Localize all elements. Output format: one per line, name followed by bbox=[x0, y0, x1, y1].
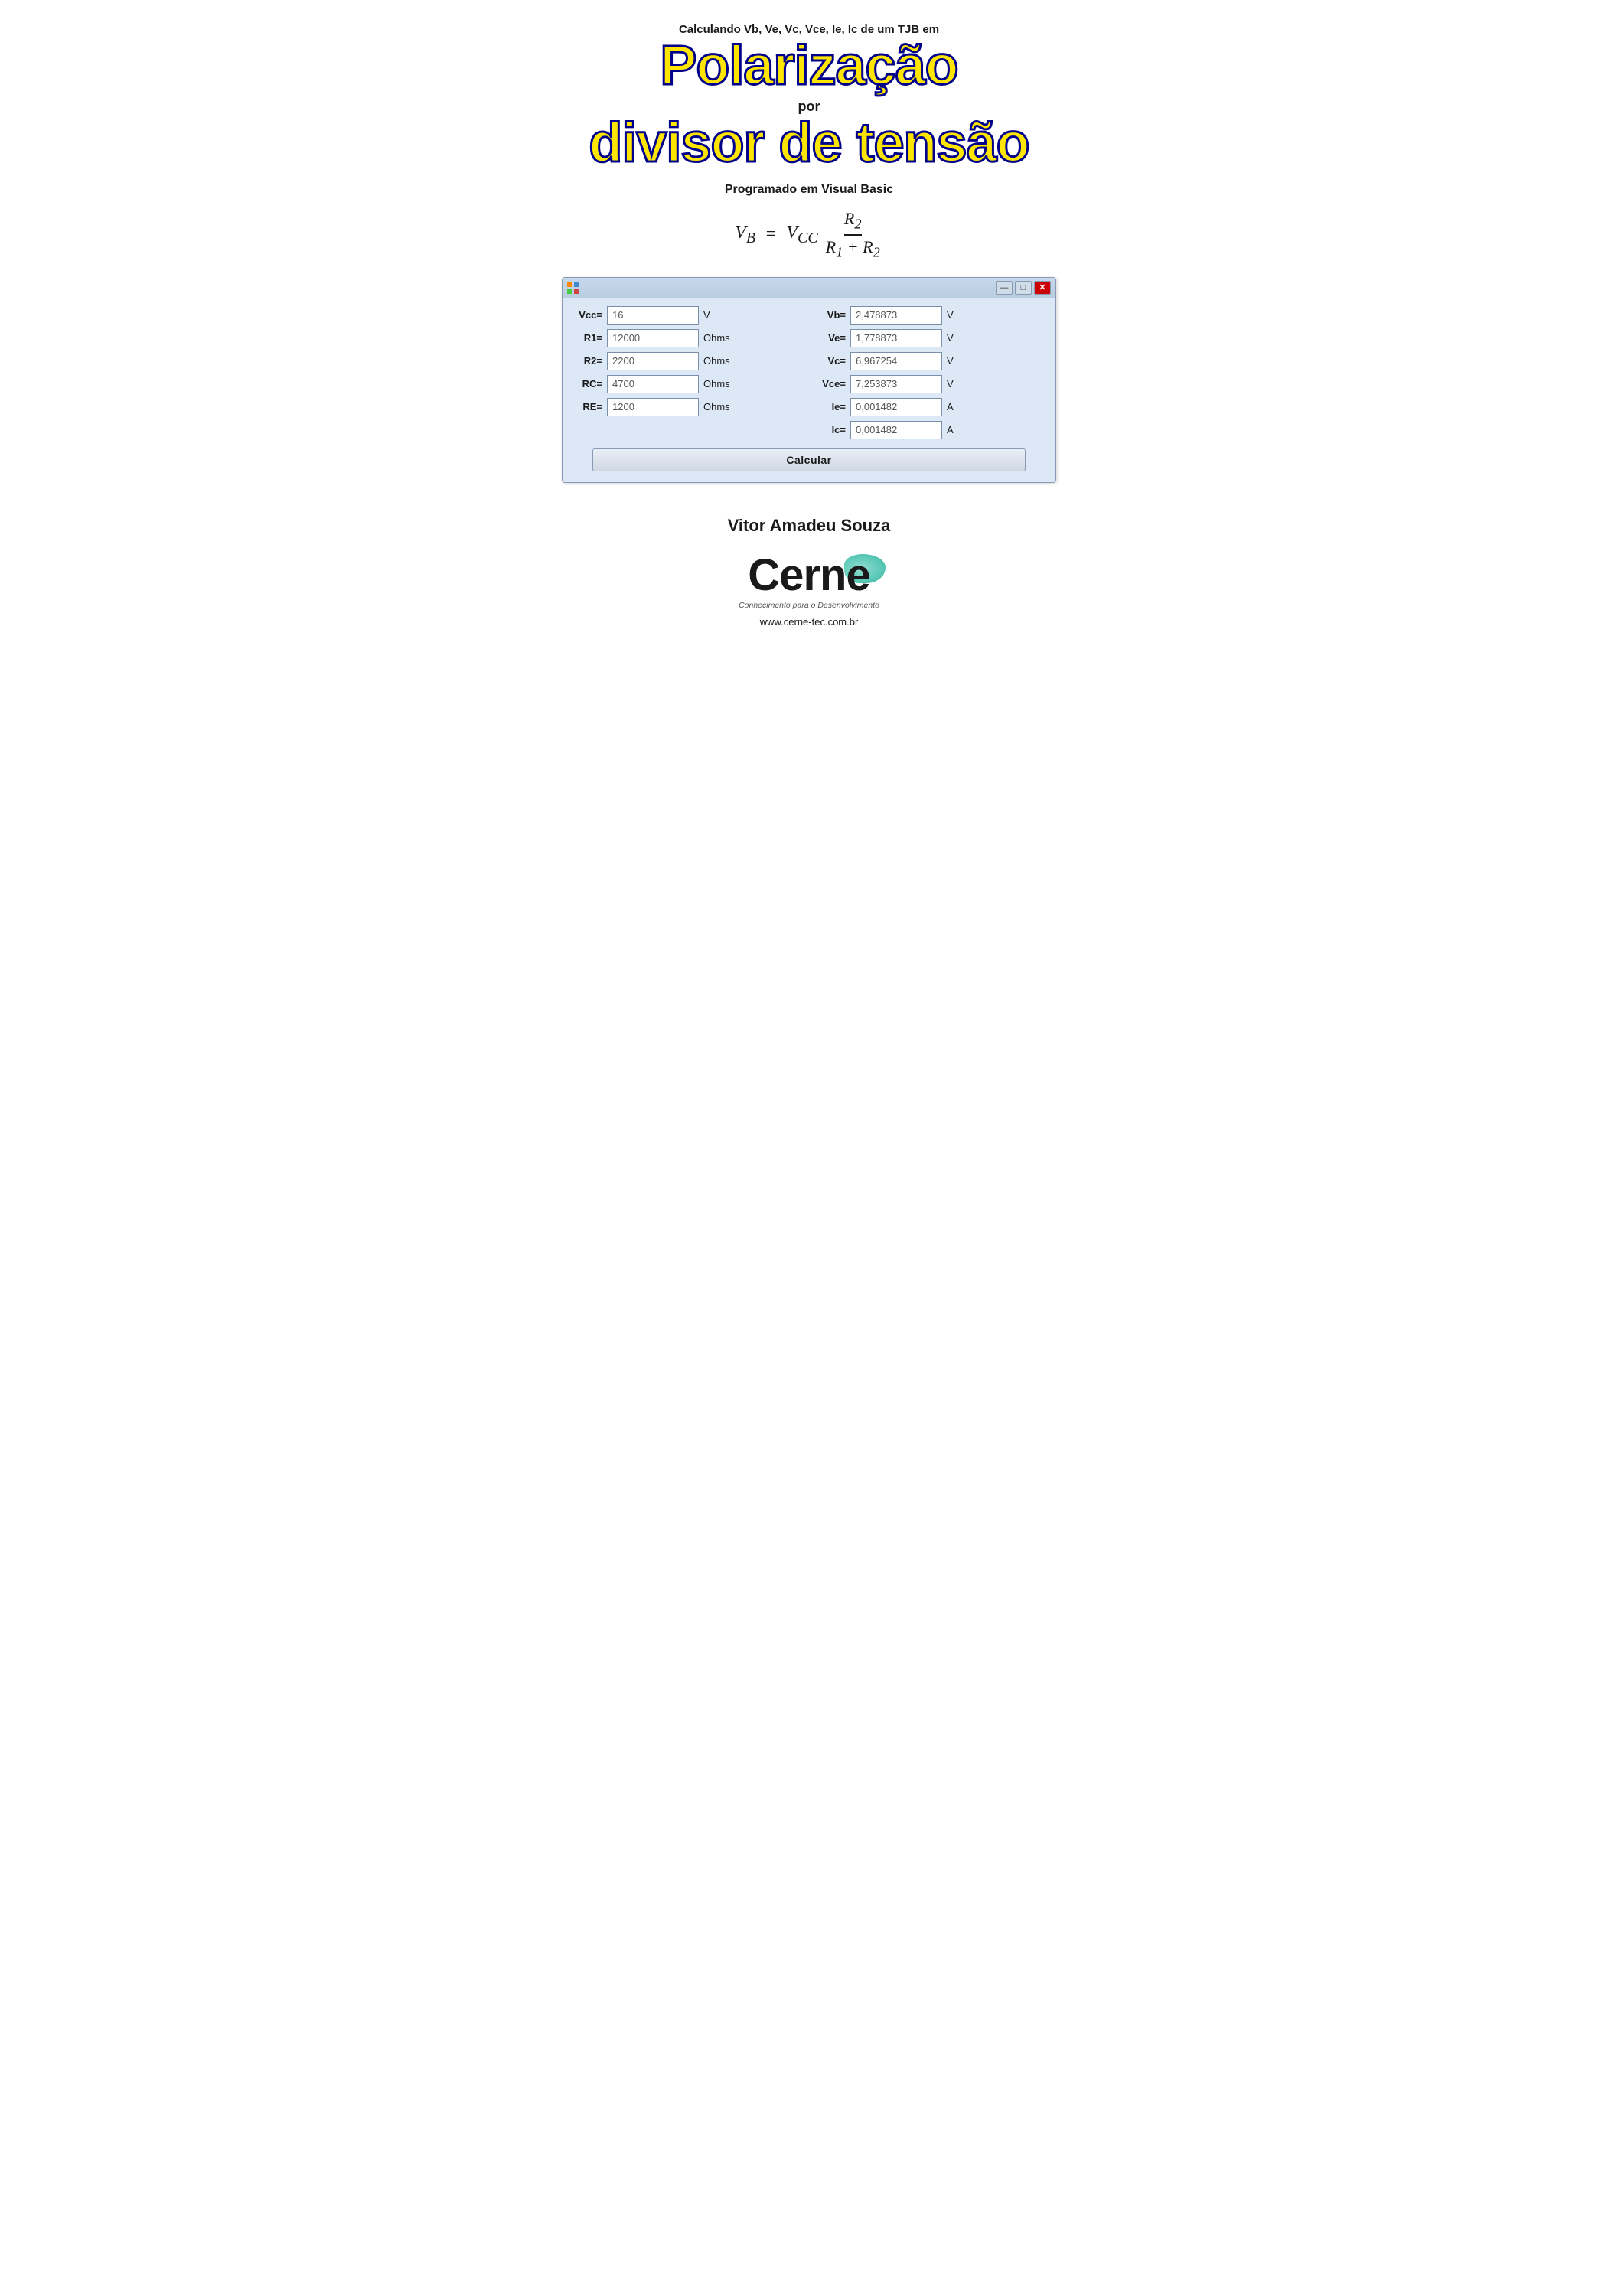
vce-unit: V bbox=[947, 378, 974, 390]
window-titlebar: — □ ✕ bbox=[563, 278, 1055, 298]
calcular-button[interactable]: Calcular bbox=[592, 448, 1026, 471]
vb-output[interactable] bbox=[850, 306, 942, 325]
rc-row: RC= Ohms bbox=[573, 375, 801, 393]
rc-label: RC= bbox=[573, 378, 602, 390]
ve-row: Ve= V bbox=[817, 329, 1045, 347]
vce-row: Vce= V bbox=[817, 375, 1045, 393]
form-grid: Vcc= V R1= Ohms R2= Ohms RC= Ohm bbox=[573, 306, 1045, 439]
dots-decoration: · · · bbox=[562, 497, 1056, 505]
cerne-logo: Cerne bbox=[748, 550, 869, 601]
ic-output[interactable] bbox=[850, 421, 942, 439]
r1-input[interactable] bbox=[607, 329, 699, 347]
window-body: Vcc= V R1= Ohms R2= Ohms RC= Ohm bbox=[563, 298, 1055, 482]
formula-vb: VB bbox=[735, 223, 755, 247]
r2-unit: Ohms bbox=[703, 355, 731, 367]
r2-label: R2= bbox=[573, 355, 602, 367]
vce-output[interactable] bbox=[850, 375, 942, 393]
vc-output[interactable] bbox=[850, 352, 942, 370]
cerne-tagline: Conhecimento para o Desenvolvimento bbox=[562, 601, 1056, 610]
vcc-input[interactable] bbox=[607, 306, 699, 325]
re-unit: Ohms bbox=[703, 401, 731, 413]
vc-unit: V bbox=[947, 355, 974, 367]
minimize-button[interactable]: — bbox=[996, 281, 1013, 295]
rc-unit: Ohms bbox=[703, 378, 731, 390]
close-button[interactable]: ✕ bbox=[1034, 281, 1051, 295]
window-controls: — □ ✕ bbox=[996, 281, 1051, 295]
programado-label: Programado em Visual Basic bbox=[562, 183, 1056, 197]
vcc-unit: V bbox=[703, 309, 731, 321]
r2-row: R2= Ohms bbox=[573, 352, 801, 370]
website-url: www.cerne-tec.com.br bbox=[562, 616, 1056, 628]
vce-label: Vce= bbox=[817, 378, 846, 390]
formula-eq: = bbox=[760, 224, 781, 245]
formula-fraction: R2 R1 + R2 bbox=[826, 209, 880, 260]
inputs-column: Vcc= V R1= Ohms R2= Ohms RC= Ohm bbox=[573, 306, 801, 439]
author-name: Vitor Amadeu Souza bbox=[562, 516, 1056, 536]
ie-output[interactable] bbox=[850, 398, 942, 416]
r2-input[interactable] bbox=[607, 352, 699, 370]
ve-output[interactable] bbox=[850, 329, 942, 347]
button-row: Calcular bbox=[573, 448, 1045, 471]
vc-label: Vc= bbox=[817, 355, 846, 367]
vb-unit: V bbox=[947, 309, 974, 321]
re-row: RE= Ohms bbox=[573, 398, 801, 416]
rc-input[interactable] bbox=[607, 375, 699, 393]
ic-label: Ic= bbox=[817, 424, 846, 435]
formula-vcc: VCC bbox=[786, 223, 817, 247]
vb-label: Vb= bbox=[817, 309, 846, 321]
re-input[interactable] bbox=[607, 398, 699, 416]
r1-label: R1= bbox=[573, 332, 602, 344]
ic-unit: A bbox=[947, 424, 974, 435]
outputs-column: Vb= V Ve= V Vc= V Vce= V bbox=[817, 306, 1045, 439]
vc-row: Vc= V bbox=[817, 352, 1045, 370]
logo-container: Cerne Conhecimento para o Desenvolviment… bbox=[562, 550, 1056, 610]
vcc-label: Vcc= bbox=[573, 309, 602, 321]
restore-button[interactable]: □ bbox=[1015, 281, 1032, 295]
ie-row: Ie= A bbox=[817, 398, 1045, 416]
ie-unit: A bbox=[947, 401, 974, 413]
r1-row: R1= Ohms bbox=[573, 329, 801, 347]
app-window: — □ ✕ Vcc= V R1= Ohms R2= bbox=[562, 277, 1056, 483]
vcc-row: Vcc= V bbox=[573, 306, 801, 325]
r1-unit: Ohms bbox=[703, 332, 731, 344]
title-line2: divisor de tensão bbox=[562, 115, 1056, 173]
ve-label: Ve= bbox=[817, 332, 846, 344]
cerne-name: Cerne bbox=[748, 550, 869, 600]
ic-row: Ic= A bbox=[817, 421, 1045, 439]
ie-label: Ie= bbox=[817, 401, 846, 413]
ve-unit: V bbox=[947, 332, 974, 344]
window-app-icon bbox=[567, 282, 581, 294]
title-line1: Polarização bbox=[562, 38, 1056, 96]
re-label: RE= bbox=[573, 401, 602, 413]
formula-block: VB = VCC R2 R1 + R2 bbox=[562, 209, 1056, 260]
subtitle: Calculando Vb, Ve, Vc, Vce, Ie, Ic de um… bbox=[562, 23, 1056, 36]
vb-row: Vb= V bbox=[817, 306, 1045, 325]
